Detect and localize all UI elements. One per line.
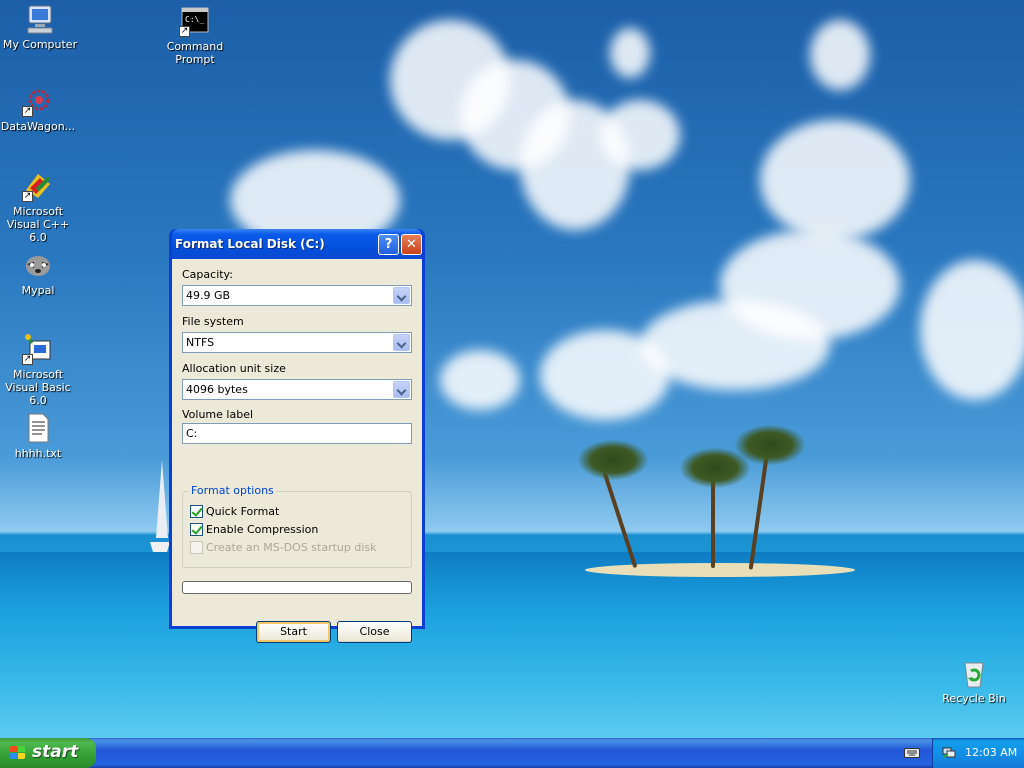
- desktop-icon-command-prompt[interactable]: C:\_ ↗ Command Prompt: [155, 5, 235, 66]
- chevron-down-icon[interactable]: [393, 287, 410, 304]
- desktop-icon-label: DataWagon...: [0, 120, 76, 133]
- desktop-icon-label: Mypal: [21, 284, 55, 297]
- shortcut-arrow-icon: ↗: [22, 106, 33, 117]
- filesystem-value: NTFS: [186, 336, 215, 349]
- desktop-icon-my-computer[interactable]: My Computer: [0, 3, 80, 51]
- enable-compression-label: Enable Compression: [206, 523, 319, 536]
- checkbox-checked-icon[interactable]: [190, 505, 203, 518]
- command-prompt-icon: C:\_ ↗: [179, 5, 211, 37]
- close-button[interactable]: Close: [337, 621, 412, 643]
- shortcut-arrow-icon: ↗: [179, 26, 190, 37]
- desktop-icon-label: Recycle Bin: [942, 692, 1006, 705]
- close-icon[interactable]: ✕: [401, 234, 422, 255]
- shortcut-arrow-icon: ↗: [22, 354, 33, 365]
- dialog-titlebar[interactable]: Format Local Disk (C:) ? ✕: [172, 229, 422, 259]
- capacity-label: Capacity:: [182, 268, 233, 281]
- clock[interactable]: 12:03 AM: [965, 746, 1017, 759]
- checkbox-checked-icon[interactable]: [190, 523, 203, 536]
- svg-text:C:\_: C:\_: [185, 15, 204, 24]
- desktop-icon-label: Command Prompt: [166, 40, 224, 66]
- shortcut-arrow-icon: ↗: [22, 191, 33, 202]
- quick-format-label: Quick Format: [206, 505, 280, 518]
- taskbar: start 12:03 AM: [0, 738, 1024, 768]
- recycle-bin-icon: [958, 657, 990, 689]
- cloud: [440, 350, 520, 410]
- cloud: [600, 100, 680, 170]
- checkbox-disabled-icon: [190, 541, 203, 554]
- desktop-background: My Computer C:\_ ↗ Command Prompt ↗ Data…: [0, 0, 1024, 738]
- palm-leaves: [735, 425, 805, 465]
- mypal-raccoon-icon: [22, 249, 54, 281]
- desktop-icon-visual-cpp[interactable]: ↗ Microsoft Visual C++ 6.0: [0, 170, 78, 244]
- dialog-client-area: Capacity: 49.9 GB File system NTFS Alloc…: [172, 259, 422, 643]
- help-button[interactable]: ?: [378, 234, 399, 255]
- cloud: [540, 330, 670, 420]
- start-button-taskbar[interactable]: start: [0, 738, 96, 768]
- palm-leaves: [578, 440, 648, 480]
- visual-basic-icon: ↗: [22, 333, 54, 365]
- enable-compression-checkbox[interactable]: Enable Compression: [190, 523, 318, 536]
- system-tray: 12:03 AM: [932, 738, 1024, 768]
- my-computer-icon: [24, 3, 56, 35]
- datawagon-icon: ↗: [22, 85, 54, 117]
- msdos-startup-checkbox: Create an MS-DOS startup disk: [190, 541, 377, 554]
- capacity-value: 49.9 GB: [186, 289, 231, 302]
- chevron-down-icon[interactable]: [393, 381, 410, 398]
- quick-format-checkbox[interactable]: Quick Format: [190, 505, 279, 518]
- dialog-title: Format Local Disk (C:): [175, 237, 325, 251]
- capacity-dropdown[interactable]: 49.9 GB: [182, 285, 412, 306]
- sailboat: [150, 460, 170, 552]
- desktop-icon-visual-basic[interactable]: ↗ Microsoft Visual Basic 6.0: [0, 333, 78, 407]
- filesystem-label: File system: [182, 315, 244, 328]
- desktop-icon-label: My Computer: [2, 38, 78, 51]
- text-file-icon: [22, 412, 54, 444]
- format-progress-bar: [182, 581, 412, 594]
- filesystem-dropdown[interactable]: NTFS: [182, 332, 412, 353]
- desktop-icon-label: Microsoft Visual C++ 6.0: [6, 205, 70, 244]
- format-options-title: Format options: [189, 484, 276, 497]
- desktop-icon-datawagon[interactable]: ↗ DataWagon...: [0, 85, 78, 133]
- visual-cpp-icon: ↗: [22, 170, 54, 202]
- keyboard-icon[interactable]: [904, 746, 920, 759]
- volume-label-label: Volume label: [182, 408, 254, 421]
- chevron-down-icon[interactable]: [393, 334, 410, 351]
- msdos-startup-label: Create an MS-DOS startup disk: [206, 541, 377, 554]
- allocation-unit-value: 4096 bytes: [186, 383, 248, 396]
- cloud: [920, 260, 1024, 400]
- island-sand: [585, 563, 855, 577]
- cloud: [610, 28, 650, 78]
- cloud: [760, 120, 910, 240]
- desktop-icon-mypal[interactable]: Mypal: [0, 249, 78, 297]
- volume-label-input[interactable]: [183, 424, 411, 443]
- volume-label-field[interactable]: [182, 423, 412, 444]
- desktop-icon-recycle-bin[interactable]: Recycle Bin: [934, 657, 1014, 705]
- cloud: [810, 20, 870, 90]
- desktop-icon-label: hhhh.txt: [14, 447, 62, 460]
- desktop-icon-hhhh-txt[interactable]: hhhh.txt: [0, 412, 78, 460]
- format-dialog: Format Local Disk (C:) ? ✕ Capacity: 49.…: [169, 229, 425, 643]
- allocation-unit-dropdown[interactable]: 4096 bytes: [182, 379, 412, 400]
- start-label: start: [32, 742, 79, 762]
- start-button[interactable]: Start: [256, 621, 331, 643]
- network-icon[interactable]: [942, 746, 956, 759]
- format-options-group: Format options Quick Format Enable Compr…: [182, 484, 412, 568]
- windows-logo-icon: [10, 746, 26, 761]
- desktop-icon-label: Microsoft Visual Basic 6.0: [5, 368, 71, 407]
- sea: [0, 552, 1024, 738]
- allocation-unit-label: Allocation unit size: [182, 362, 286, 375]
